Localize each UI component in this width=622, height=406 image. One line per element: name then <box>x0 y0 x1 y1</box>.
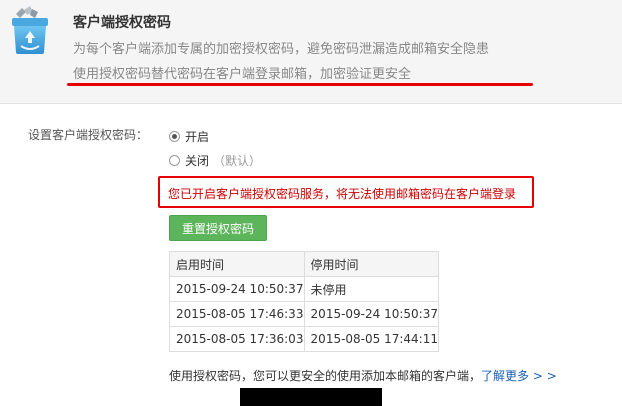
table-row: 2015-08-05 17:46:33 2015-09-24 10:50:37 <box>169 301 440 327</box>
page-title: 客户端授权密码 <box>73 15 171 31</box>
client-auth-password-page: 客户端授权密码 为每个客户端添加专属的加密授权密码，避免密码泄漏造成邮箱安全隐患… <box>0 0 622 406</box>
header-section: 客户端授权密码 为每个客户端添加专属的加密授权密码，避免密码泄漏造成邮箱安全隐患… <box>0 0 622 104</box>
header-description-line2: 使用授权密码替代密码在客户端登录邮箱，加密验证更安全 <box>73 67 412 82</box>
radio-disable[interactable]: 关闭 （默认） <box>169 152 261 168</box>
table-row: 2015-09-24 10:50:37 未停用 <box>169 276 440 302</box>
recycle-box-icon <box>12 6 48 54</box>
radio-disable-button[interactable] <box>169 154 180 166</box>
warning-box: 您已开启客户端授权密码服务，将无法使用邮箱密码在客户端登录 <box>158 176 534 208</box>
disabled-time-cell: 未停用 <box>303 276 440 302</box>
highlight-underline <box>67 83 533 86</box>
enabled-time-cell: 2015-08-05 17:46:33 <box>169 301 305 327</box>
disabled-time-cell: 2015-08-05 17:44:11 <box>303 326 440 352</box>
header-disabled-time: 停用时间 <box>303 251 440 277</box>
header-description-line1: 为每个客户端添加专属的加密授权密码，避免密码泄漏造成邮箱安全隐患 <box>73 42 490 57</box>
radio-enable-label: 开启 <box>185 129 210 144</box>
enabled-time-cell: 2015-09-24 10:50:37 <box>169 276 305 302</box>
header-enabled-time: 启用时间 <box>169 251 305 277</box>
footer-note-text: 使用授权密码，您可以更安全的使用添加本邮箱的客户端， <box>169 369 482 383</box>
table-header-row: 启用时间 停用时间 <box>169 251 440 277</box>
radio-enable-button[interactable] <box>169 130 180 142</box>
radio-disable-hint: （默认） <box>213 153 262 168</box>
redacted-area <box>240 388 382 406</box>
reset-auth-password-button[interactable]: 重置授权密码 <box>169 215 267 241</box>
enabled-time-cell: 2015-08-05 17:36:03 <box>169 326 305 352</box>
warning-text: 您已开启客户端授权密码服务，将无法使用邮箱密码在客户端登录 <box>168 187 517 201</box>
radio-enable[interactable]: 开启 <box>169 128 209 144</box>
password-history-table: 启用时间 停用时间 2015-09-24 10:50:37 未停用 2015-0… <box>169 251 440 352</box>
table-row: 2015-08-05 17:36:03 2015-08-05 17:44:11 <box>169 326 440 352</box>
radio-disable-label: 关闭 <box>185 153 210 168</box>
disabled-time-cell: 2015-09-24 10:50:37 <box>303 301 440 327</box>
setting-label: 设置客户端授权密码： <box>28 128 149 142</box>
learn-more-link[interactable]: 了解更多 > > <box>481 369 557 383</box>
footer-note: 使用授权密码，您可以更安全的使用添加本邮箱的客户端，了解更多 > > <box>169 367 557 384</box>
